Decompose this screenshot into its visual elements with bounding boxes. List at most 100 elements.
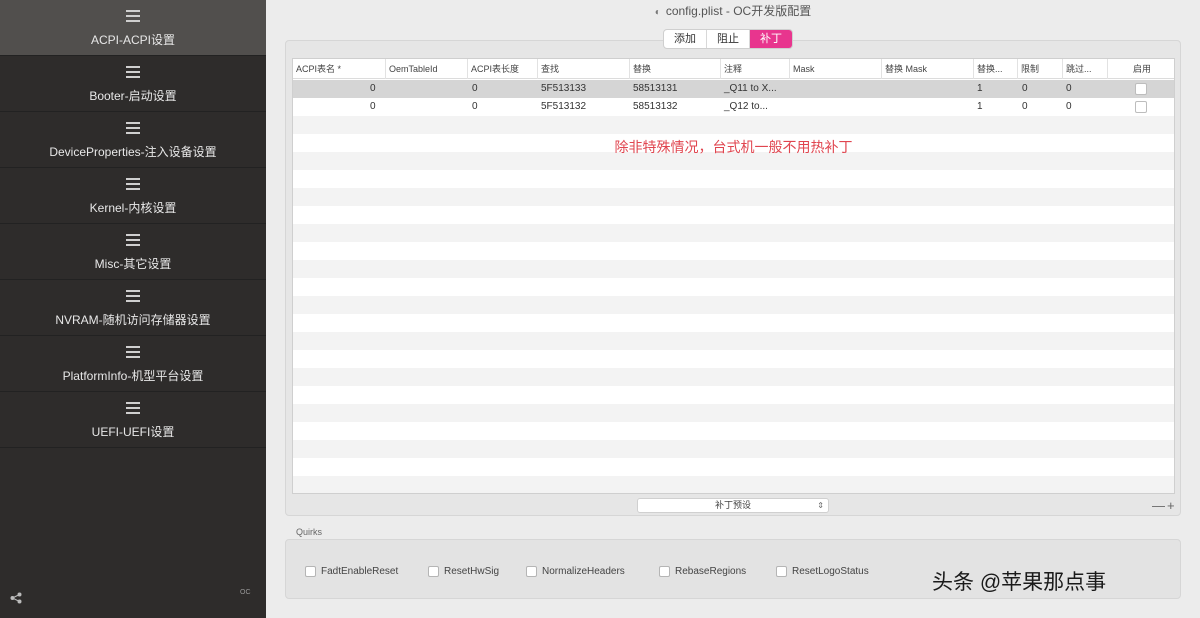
watermark: 头条 @苹果那点事 <box>932 571 1107 594</box>
empty-row <box>293 188 1174 206</box>
sidebar-item-platforminfo[interactable]: PlatformInfo-机型平台设置 <box>0 336 266 392</box>
enable-checkbox[interactable] <box>1135 101 1147 113</box>
table-cell: 0 <box>1066 101 1072 112</box>
column-header[interactable]: 注释 <box>721 59 790 79</box>
checkbox[interactable] <box>305 566 316 577</box>
quirk-label: FadtEnableReset <box>321 566 399 577</box>
table-cell: 0 <box>1066 83 1072 94</box>
column-header[interactable]: 替换 Mask <box>882 59 974 79</box>
quirk-rebase-regions[interactable]: RebaseRegions <box>659 566 746 577</box>
column-header[interactable]: Mask <box>790 59 882 79</box>
column-header[interactable]: 启用 <box>1108 59 1174 79</box>
preset-select[interactable]: 补丁预设 ⇕ <box>637 498 829 513</box>
empty-row <box>293 296 1174 314</box>
table-cell: 0 <box>472 101 478 112</box>
column-header[interactable]: OemTableId <box>386 59 468 79</box>
empty-row <box>293 116 1174 134</box>
table-row[interactable]: 0 0 5F513133 58513131 _Q11 to X... 1 0 0 <box>293 80 1174 98</box>
column-header[interactable]: 跳过... <box>1063 59 1108 79</box>
sidebar-item-uefi[interactable]: UEFI-UEFI设置 <box>0 392 266 448</box>
column-header[interactable]: 替换 <box>630 59 721 79</box>
list-icon <box>126 346 140 358</box>
title-bar: ◐ config.plist - OC开发版配置 <box>266 0 1200 22</box>
sidebar-item-label: PlatformInfo-机型平台设置 <box>62 369 204 383</box>
preset-select-value: 补丁预设 <box>714 500 751 510</box>
table-row[interactable]: 0 0 5F513132 58513132 _Q12 to... 1 0 0 <box>293 98 1174 116</box>
table-cell: 0 <box>370 83 376 94</box>
sidebar-item-misc[interactable]: Misc-其它设置 <box>0 224 266 280</box>
table-cell: 58513132 <box>633 101 678 112</box>
sidebar-bottom-text: OC <box>240 589 251 596</box>
checkbox[interactable] <box>659 566 670 577</box>
tab-block[interactable]: 阻止 <box>707 30 750 48</box>
table-cell: 1 <box>977 101 983 112</box>
sidebar-item-kernel[interactable]: Kernel-内核设置 <box>0 168 266 224</box>
sidebar-item-label: NVRAM-随机访问存储器设置 <box>55 313 211 327</box>
empty-row <box>293 260 1174 278</box>
list-icon <box>126 10 140 22</box>
table-cell: _Q11 to X... <box>724 83 777 94</box>
empty-row <box>293 404 1174 422</box>
list-icon <box>126 66 140 78</box>
document-icon: ◐ <box>654 7 661 18</box>
quirks-label: Quirks <box>296 527 323 537</box>
quirk-label: RebaseRegions <box>675 566 747 577</box>
share-icon[interactable] <box>10 591 22 607</box>
quirk-label: ResetLogoStatus <box>792 566 869 577</box>
table-cell: 5F513133 <box>541 83 587 94</box>
column-header[interactable]: 限制 <box>1018 59 1063 79</box>
quirk-label: ResetHwSig <box>444 566 500 577</box>
column-header[interactable]: ACPI表长度 <box>468 59 538 79</box>
sidebar-item-booter[interactable]: Booter-启动设置 <box>0 56 266 112</box>
list-icon <box>126 402 140 414</box>
checkbox[interactable] <box>776 566 787 577</box>
column-header[interactable]: 替换... <box>974 59 1018 79</box>
checkbox[interactable] <box>428 566 439 577</box>
list-icon <box>126 178 140 190</box>
tab-add[interactable]: 添加 <box>664 30 707 48</box>
quirk-reset-logo-status[interactable]: ResetLogoStatus <box>776 566 869 577</box>
sidebar-item-label: DeviceProperties-注入设备设置 <box>49 145 217 159</box>
sidebar: ACPI-ACPI设置 Booter-启动设置 DeviceProperties… <box>0 0 266 618</box>
table-cell: 1 <box>977 83 983 94</box>
table-cell: 0 <box>1022 83 1028 94</box>
sidebar-item-acpi[interactable]: ACPI-ACPI设置 <box>0 0 266 56</box>
empty-row <box>293 476 1174 493</box>
table-cell: 58513131 <box>633 83 678 94</box>
list-icon <box>126 122 140 134</box>
empty-row <box>293 440 1174 458</box>
add-remove-buttons[interactable]: —+ <box>1152 498 1177 513</box>
table-cell: 0 <box>1022 101 1028 112</box>
tab-patch[interactable]: 补丁 <box>750 30 792 48</box>
list-icon <box>126 290 140 302</box>
list-icon <box>126 234 140 246</box>
enable-checkbox[interactable] <box>1135 83 1147 95</box>
column-header[interactable]: 查找 <box>538 59 630 79</box>
sidebar-item-device-properties[interactable]: DeviceProperties-注入设备设置 <box>0 112 266 168</box>
quirk-label: NormalizeHeaders <box>542 566 625 577</box>
sidebar-item-label: Misc-其它设置 <box>94 257 172 271</box>
checkbox[interactable] <box>526 566 537 577</box>
sidebar-item-label: ACPI-ACPI设置 <box>90 33 175 47</box>
column-header[interactable]: ACPI表名 * <box>293 59 386 79</box>
quirk-normalize-headers[interactable]: NormalizeHeaders <box>526 566 625 577</box>
empty-row <box>293 224 1174 242</box>
sidebar-item-label: Kernel-内核设置 <box>89 201 177 215</box>
quirk-reset-hw-sig[interactable]: ResetHwSig <box>428 566 499 577</box>
patch-table[interactable]: ACPI表名 * OemTableId ACPI表长度 查找 替换 注释 Mas… <box>292 58 1175 494</box>
table-cell: _Q12 to... <box>724 101 768 112</box>
sidebar-item-label: UEFI-UEFI设置 <box>91 425 175 439</box>
table-cell: 0 <box>370 101 376 112</box>
empty-row <box>293 368 1174 386</box>
table-cell: 0 <box>472 83 478 94</box>
chevron-updown-icon: ⇕ <box>817 501 824 510</box>
table-header: ACPI表名 * OemTableId ACPI表长度 查找 替换 注释 Mas… <box>293 59 1174 79</box>
empty-row <box>293 332 1174 350</box>
annotation-note: 除非特殊情况，台式机一般不用热补丁 <box>614 139 853 155</box>
table-cell: 5F513132 <box>541 101 587 112</box>
sidebar-item-label: Booter-启动设置 <box>89 89 177 103</box>
sidebar-item-nvram[interactable]: NVRAM-随机访问存储器设置 <box>0 280 266 336</box>
window-title: config.plist - OC开发版配置 <box>665 4 812 18</box>
segmented-tabs: 添加 阻止 补丁 <box>663 29 793 49</box>
quirk-fadt-enable-reset[interactable]: FadtEnableReset <box>305 566 398 577</box>
